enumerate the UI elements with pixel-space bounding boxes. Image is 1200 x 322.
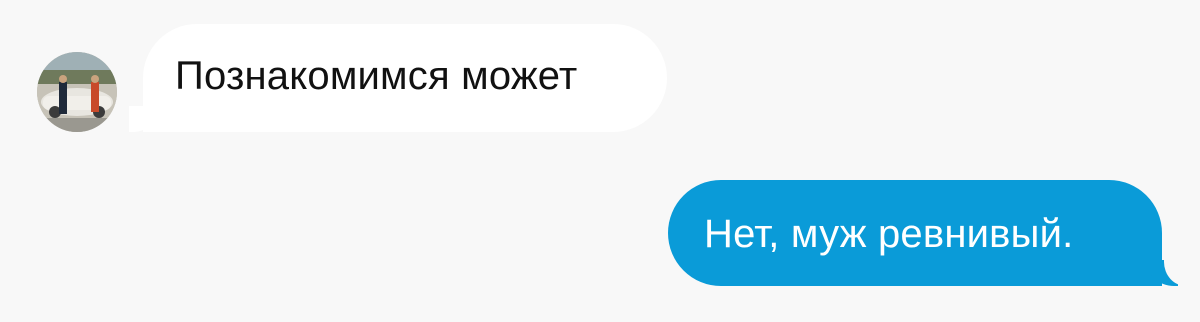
chat-thread: Познакомимся может Нет, муж ревнивый. xyxy=(0,0,1200,322)
contact-avatar[interactable] xyxy=(37,52,117,132)
incoming-message-bubble[interactable]: Познакомимся может xyxy=(117,24,667,132)
avatar-photo-icon xyxy=(37,52,117,132)
bubble-tail xyxy=(129,106,159,132)
outgoing-message-bubble[interactable]: Нет, муж ревнивый. xyxy=(668,180,1192,286)
incoming-message-text: Познакомимся может xyxy=(175,54,578,98)
outgoing-message-text: Нет, муж ревнивый. xyxy=(704,212,1074,256)
